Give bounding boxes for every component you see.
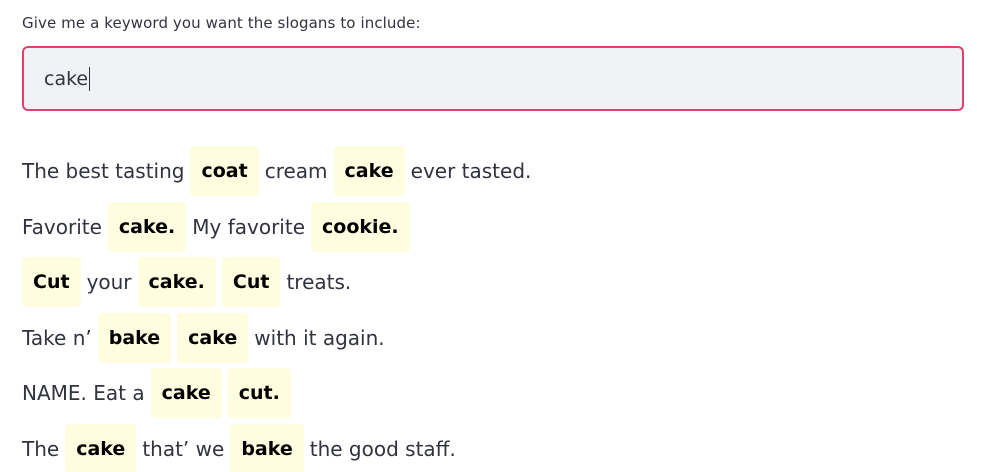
slogan-text: Take n’: [22, 325, 92, 350]
keyword-prompt-label: Give me a keyword you want the slogans t…: [22, 14, 421, 32]
highlighted-word: bake: [97, 312, 172, 363]
slogan-text: The best tasting: [22, 159, 185, 183]
slogan-list: The best tasting coat cream cake ever tasted…: [22, 146, 964, 472]
highlighted-word: cookie.: [311, 201, 410, 252]
slogan-line: The best tasting coat cream cake ever tasted…: [22, 146, 964, 196]
highlighted-word: cake: [177, 312, 249, 363]
slogan-text: ever tasted.: [410, 159, 532, 183]
slogan-text: Favorite: [22, 214, 102, 239]
slogan-text: that’ we: [142, 436, 225, 461]
keyword-input[interactable]: cake: [22, 46, 964, 111]
highlighted-word: Cut: [221, 257, 281, 308]
text-caret: [89, 66, 91, 91]
slogan-line: NAME. Eat a cake cut.: [22, 368, 964, 419]
slogan-text: The: [22, 436, 60, 461]
highlighted-word: bake: [230, 423, 304, 472]
highlighted-word: Cut: [22, 257, 81, 308]
slogan-line: Cut your cake. Cut treats.: [22, 257, 964, 308]
keyword-input-value: cake: [44, 67, 89, 90]
slogan-text: your: [86, 270, 132, 295]
slogan-line: The cake that’ we bake the good staff.: [22, 423, 964, 472]
highlighted-word: cake: [65, 423, 137, 472]
slogan-text: with it again.: [254, 325, 385, 350]
highlighted-word: cut.: [227, 368, 291, 419]
slogan-text: treats.: [286, 270, 352, 295]
slogan-text: the good staff.: [309, 436, 456, 461]
highlighted-word: cake.: [137, 257, 216, 308]
highlighted-word: cake: [333, 146, 405, 196]
highlighted-word: coat: [190, 146, 259, 196]
slogan-text: NAME. Eat a: [22, 381, 145, 406]
slogan-line: Take n’ bake cake with it again.: [22, 312, 964, 363]
slogan-line: Favorite cake. My favorite cookie.: [22, 201, 964, 252]
slogan-text: cream: [264, 159, 328, 183]
highlighted-word: cake: [150, 368, 222, 419]
highlighted-word: cake.: [107, 201, 187, 252]
slogan-text: My favorite: [192, 214, 305, 239]
